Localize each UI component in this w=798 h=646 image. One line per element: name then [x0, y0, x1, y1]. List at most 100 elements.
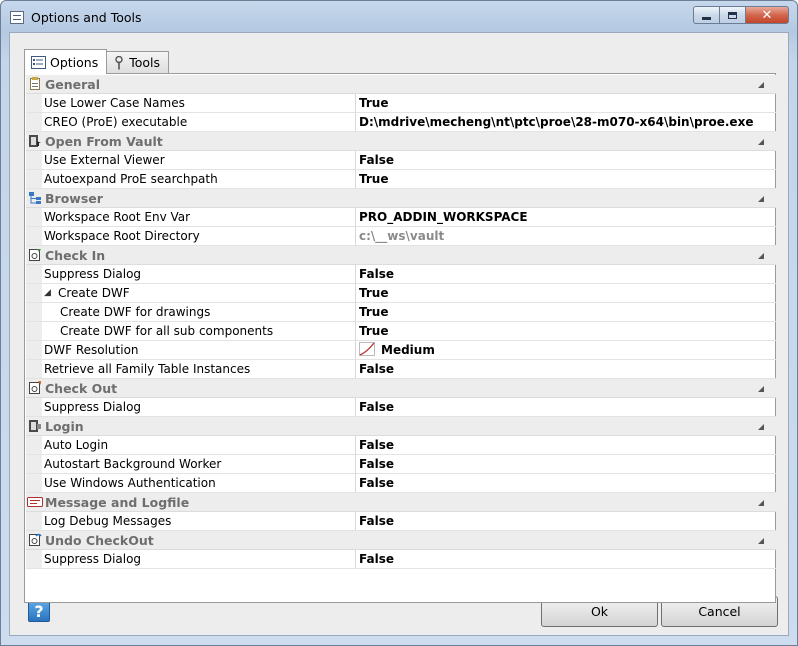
close-button[interactable]: ✕: [745, 6, 789, 24]
category-login[interactable]: Login: [26, 417, 776, 436]
property-value[interactable]: False: [356, 550, 776, 568]
maximize-icon: [728, 11, 737, 19]
property-name: Auto Login: [42, 436, 356, 454]
property-value[interactable]: False: [356, 455, 776, 473]
options-and-tools-window: Options and Tools ✕ Options Tools Genera…: [0, 0, 798, 646]
collapse-triangle-icon[interactable]: [758, 82, 764, 88]
resolution-icon: [359, 341, 375, 359]
property-value[interactable]: True: [356, 170, 776, 188]
category-open-from-vault[interactable]: Open From Vault: [26, 132, 776, 151]
expander-triangle-icon[interactable]: ◢: [44, 288, 58, 298]
options-list-icon: [31, 55, 46, 69]
browser-icon: [27, 190, 43, 206]
property-row[interactable]: Autostart Background Worker False: [26, 455, 776, 474]
property-name: Suppress Dialog: [42, 398, 356, 416]
property-name: Suppress Dialog: [42, 265, 356, 283]
tab-tools-label: Tools: [129, 55, 161, 70]
property-value[interactable]: True: [356, 322, 776, 340]
property-row[interactable]: Use Lower Case Names True: [26, 94, 776, 113]
category-check-in[interactable]: Check In: [26, 246, 776, 265]
property-row[interactable]: Suppress Dialog False: [26, 398, 776, 417]
wrench-icon: [113, 55, 125, 70]
property-name: Autoexpand ProE searchpath: [42, 170, 356, 188]
property-row[interactable]: DWF Resolution Medium: [26, 341, 776, 360]
property-row[interactable]: Auto Login False: [26, 436, 776, 455]
collapse-triangle-icon[interactable]: [758, 196, 764, 202]
property-row[interactable]: CREO (ProE) executable D:\mdrive\mecheng…: [26, 113, 776, 132]
collapse-triangle-icon[interactable]: [758, 253, 764, 259]
property-row[interactable]: Use Windows Authentication False: [26, 474, 776, 493]
category-general[interactable]: General: [26, 75, 776, 94]
check-in-icon: [27, 247, 43, 263]
property-row[interactable]: Create DWF for drawings True: [26, 303, 776, 322]
property-value[interactable]: False: [356, 512, 776, 530]
property-row[interactable]: Log Debug Messages False: [26, 512, 776, 531]
general-icon: [27, 76, 43, 92]
property-value[interactable]: False: [356, 398, 776, 416]
property-grid: General Use Lower Case Names True CREO (…: [26, 75, 776, 573]
tab-strip: Options Tools: [24, 49, 170, 74]
category-check-out[interactable]: Check Out: [26, 379, 776, 398]
property-name: Use Windows Authentication: [42, 474, 356, 492]
property-value[interactable]: False: [356, 151, 776, 169]
category-label: Login: [45, 418, 84, 434]
maximize-button[interactable]: [719, 6, 745, 24]
category-label: General: [45, 76, 100, 92]
property-value[interactable]: True: [356, 303, 776, 321]
property-name: Suppress Dialog: [42, 550, 356, 568]
property-row[interactable]: Create DWF for all sub components True: [26, 322, 776, 341]
category-browser[interactable]: Browser: [26, 189, 776, 208]
property-value[interactable]: c:\__ws\vault: [356, 227, 776, 245]
property-name: ◢ Create DWF: [42, 284, 356, 302]
logfile-icon: [27, 494, 43, 510]
collapse-triangle-icon[interactable]: [758, 500, 764, 506]
property-row[interactable]: Autoexpand ProE searchpath True: [26, 170, 776, 189]
property-name: Workspace Root Directory: [42, 227, 356, 245]
property-value[interactable]: False: [356, 265, 776, 283]
property-value[interactable]: D:\mdrive\mecheng\nt\ptc\proe\28-m070-x6…: [356, 113, 776, 131]
window-title: Options and Tools: [31, 10, 142, 25]
property-name: Workspace Root Env Var: [42, 208, 356, 226]
options-panel: General Use Lower Case Names True CREO (…: [24, 73, 776, 603]
property-value[interactable]: True: [356, 284, 776, 302]
collapse-triangle-icon[interactable]: [758, 139, 764, 145]
collapse-triangle-icon[interactable]: [758, 424, 764, 430]
tab-options-label: Options: [50, 54, 99, 70]
property-value[interactable]: True: [356, 94, 776, 112]
caption-buttons: ✕: [693, 6, 789, 26]
property-row[interactable]: Retrieve all Family Table Instances Fals…: [26, 360, 776, 379]
property-row[interactable]: Workspace Root Directory c:\__ws\vault: [26, 227, 776, 246]
property-name: Use External Viewer: [42, 151, 356, 169]
property-row[interactable]: Suppress Dialog False: [26, 550, 776, 569]
help-icon: ?: [34, 601, 44, 621]
minimize-button[interactable]: [693, 6, 719, 24]
property-name: Retrieve all Family Table Instances: [42, 360, 356, 378]
property-value[interactable]: PRO_ADDIN_WORKSPACE: [356, 208, 776, 226]
property-value[interactable]: False: [356, 474, 776, 492]
collapse-triangle-icon[interactable]: [758, 386, 764, 392]
property-row[interactable]: Use External Viewer False: [26, 151, 776, 170]
collapse-triangle-icon[interactable]: [758, 538, 764, 544]
help-button[interactable]: ?: [28, 600, 50, 622]
close-icon: ✕: [761, 7, 773, 23]
login-icon: [27, 418, 43, 434]
title-bar[interactable]: Options and Tools ✕: [1, 1, 797, 33]
minimize-icon: [702, 17, 711, 20]
category-message-and-logfile[interactable]: Message and Logfile: [26, 493, 776, 512]
tab-tools[interactable]: Tools: [106, 51, 170, 73]
check-out-icon: [27, 380, 43, 396]
property-value[interactable]: False: [356, 436, 776, 454]
category-label: Open From Vault: [45, 133, 163, 149]
property-value[interactable]: Medium: [356, 341, 776, 359]
property-row[interactable]: ◢ Create DWF True: [26, 284, 776, 303]
category-undo-checkout[interactable]: Undo CheckOut: [26, 531, 776, 550]
open-from-vault-icon: [27, 133, 43, 149]
property-name: Create DWF for drawings: [42, 303, 356, 321]
property-row[interactable]: Workspace Root Env Var PRO_ADDIN_WORKSPA…: [26, 208, 776, 227]
undo-checkout-icon: [27, 532, 43, 548]
category-label: Message and Logfile: [45, 494, 190, 510]
category-label: Check Out: [45, 380, 118, 396]
property-row[interactable]: Suppress Dialog False: [26, 265, 776, 284]
property-value[interactable]: False: [356, 360, 776, 378]
tab-options[interactable]: Options: [24, 49, 108, 74]
